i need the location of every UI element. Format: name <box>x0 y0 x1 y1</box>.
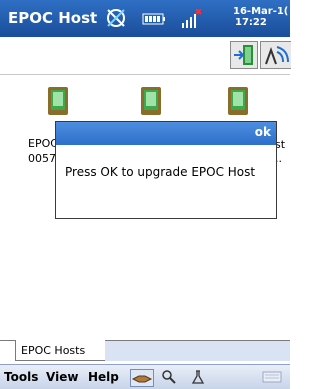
handshake-icon[interactable] <box>130 369 154 387</box>
menu-view[interactable]: View <box>46 370 78 384</box>
time-text: 17:22 <box>235 17 267 28</box>
tab-epoc-hosts[interactable]: EPOC Hosts <box>15 340 106 361</box>
battery-icon[interactable] <box>142 13 166 25</box>
toolstrip-separator <box>0 74 290 75</box>
flask-icon[interactable] <box>190 369 206 385</box>
upgrade-dialog: ok Press OK to upgrade EPOC Host <box>55 121 277 219</box>
connect-button[interactable] <box>260 41 291 69</box>
device-label: EPOC <box>28 137 58 150</box>
signal-icon[interactable] <box>181 9 201 29</box>
date-text: 16-Mar-1( <box>233 6 289 17</box>
dialog-header: ok <box>56 122 276 145</box>
app-title: EPOC Host <box>8 9 98 27</box>
menu-tools[interactable]: Tools <box>4 370 38 384</box>
exit-button[interactable] <box>230 41 258 69</box>
device-label: 0057 <box>28 152 56 165</box>
tabstrip-background <box>105 341 290 361</box>
activesync-icon[interactable] <box>104 6 128 30</box>
device-icon[interactable] <box>139 86 163 116</box>
keyboard-icon[interactable] <box>262 369 282 385</box>
magnifier-icon[interactable] <box>161 369 177 385</box>
title-bar: EPOC Host 16-Mar-1( 17:22 <box>0 0 290 37</box>
dialog-message: Press OK to upgrade EPOC Host <box>65 165 256 179</box>
toolstrip <box>0 37 291 73</box>
exit-door-icon <box>234 45 253 65</box>
device-icon[interactable] <box>46 86 70 116</box>
ok-button[interactable]: ok <box>255 125 271 139</box>
clock[interactable]: 16-Mar-1( 17:22 <box>233 6 288 28</box>
antenna-icon <box>265 46 289 65</box>
menu-bar: Tools View Help <box>0 364 290 389</box>
device-icon[interactable] <box>226 86 250 116</box>
menu-help[interactable]: Help <box>88 370 119 384</box>
tab-label: EPOC Hosts <box>21 344 86 357</box>
